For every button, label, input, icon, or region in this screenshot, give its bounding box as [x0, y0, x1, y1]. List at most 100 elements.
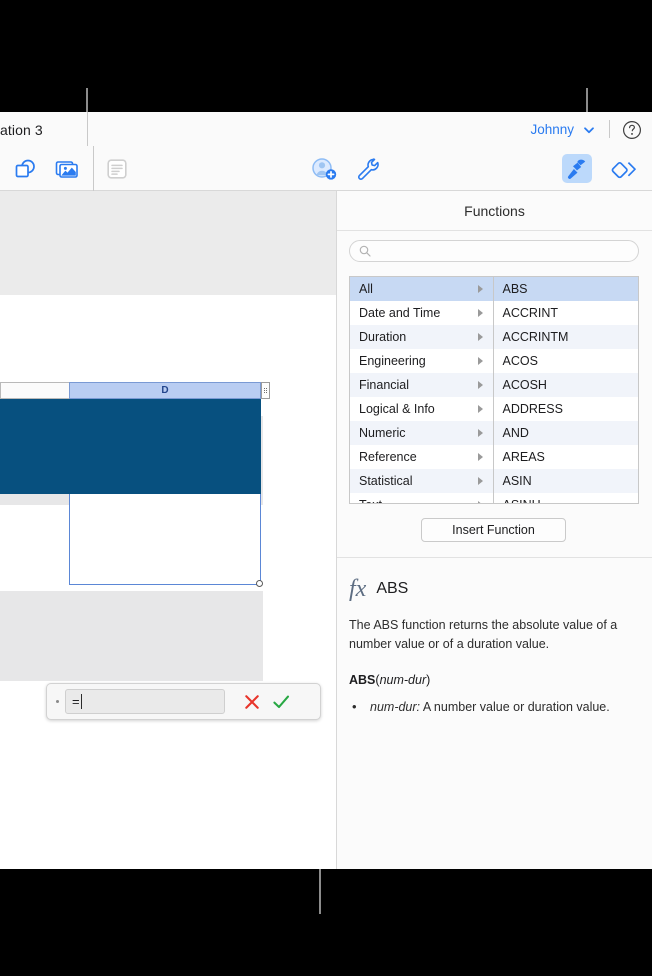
category-label: Date and Time: [359, 306, 441, 320]
argument-description: A number value or duration value.: [420, 699, 610, 714]
function-row[interactable]: ACCRINTM: [493, 325, 638, 349]
formula-status-dot: [56, 700, 59, 703]
search-icon: [359, 245, 371, 257]
category-label: Financial: [359, 378, 410, 392]
category-label: Duration: [359, 330, 407, 344]
accept-checkmark-icon[interactable]: [271, 692, 291, 712]
category-label: Statistical: [359, 474, 413, 488]
category-row[interactable]: Text: [350, 493, 493, 503]
function-browser[interactable]: All Date and Time Duration Engineering F…: [349, 276, 639, 504]
category-label: Reference: [359, 450, 417, 464]
signature-argument: num-dur: [379, 672, 427, 687]
category-row[interactable]: Logical & Info: [350, 397, 493, 421]
question-mark-circle-icon[interactable]: [622, 120, 642, 140]
description-paragraph: The ABS function returns the absolute va…: [349, 618, 618, 652]
function-label: ASINH: [503, 498, 541, 503]
insert-function-button[interactable]: Insert Function: [421, 518, 566, 542]
disclosure-arrow-icon: [477, 477, 483, 485]
fx-icon: fx: [349, 576, 367, 602]
argument-term: num-dur:: [370, 699, 421, 714]
formula-editor[interactable]: =: [46, 683, 321, 720]
selection-resize-handle[interactable]: [256, 580, 263, 587]
shape-icon[interactable]: [12, 156, 38, 182]
description-body: The ABS function returns the absolute va…: [349, 616, 635, 717]
function-row[interactable]: ACCRINT: [494, 301, 639, 325]
add-collaborator-icon[interactable]: [311, 156, 337, 182]
active-cell[interactable]: [69, 494, 261, 585]
function-signature: ABS(num-dur): [349, 673, 635, 687]
disclosure-arrow-icon: [477, 333, 483, 341]
function-label: ACCRINTM: [502, 330, 569, 344]
category-row[interactable]: Reference: [350, 445, 493, 469]
function-row[interactable]: ACOS: [494, 349, 639, 373]
screenshot-root: ation 3 Johnny D = Functions All Date an…: [0, 0, 652, 976]
category-label: Logical & Info: [359, 402, 435, 416]
disclosure-arrow-icon: [477, 405, 483, 413]
disclosure-arrow-icon: [477, 285, 483, 293]
panel-title: Functions: [337, 191, 652, 231]
function-label: ASIN: [502, 474, 532, 488]
description-separator: [337, 557, 652, 558]
category-row[interactable]: Statistical: [350, 469, 493, 493]
disclosure-arrow-icon: [477, 381, 483, 389]
function-row[interactable]: AREAS: [494, 445, 639, 469]
formula-input[interactable]: =: [65, 689, 225, 714]
function-row[interactable]: AND: [493, 421, 638, 445]
category-label: Text: [359, 498, 382, 503]
function-label: ADDRESS: [502, 402, 563, 416]
disclosure-arrow-icon: [477, 429, 483, 437]
function-list[interactable]: ABS ACCRINT ACCRINTM ACOS ACOSH ADDRESS …: [493, 277, 639, 503]
function-row[interactable]: ASINH: [494, 493, 639, 503]
category-label: Numeric: [359, 426, 406, 440]
document-canvas[interactable]: D =: [0, 191, 336, 869]
function-row[interactable]: ACOSH: [493, 373, 638, 397]
function-label: ACOSH: [502, 378, 547, 392]
column-header-d[interactable]: D: [69, 382, 261, 399]
canvas-band-bottom: [0, 591, 263, 681]
disclosure-arrow-icon: [477, 309, 483, 317]
function-label: ACCRINT: [502, 306, 559, 320]
category-list[interactable]: All Date and Time Duration Engineering F…: [350, 277, 494, 503]
function-row[interactable]: ABS: [493, 277, 638, 301]
category-row[interactable]: All: [350, 277, 493, 301]
document-title: ation 3: [0, 122, 43, 138]
animate-icon[interactable]: [611, 156, 637, 182]
column-header-row: D: [0, 382, 270, 399]
argument-item: num-dur: A number value or duration valu…: [349, 697, 635, 718]
format-icon[interactable]: [564, 156, 590, 182]
toolbar: [0, 146, 652, 191]
search-input[interactable]: [376, 244, 626, 258]
function-label: ABS: [502, 282, 528, 296]
title-bar: ation 3 Johnny: [0, 112, 652, 146]
function-label: AND: [502, 426, 529, 440]
cancel-x-icon[interactable]: [243, 693, 261, 711]
column-menu-handle-icon[interactable]: [261, 382, 270, 399]
account-name-label[interactable]: Johnny: [530, 122, 574, 137]
disclosure-arrow-icon: [477, 501, 483, 503]
app-window: ation 3 Johnny D = Functions All Date an…: [0, 112, 652, 869]
category-row[interactable]: Date and Time: [350, 301, 493, 325]
text-icon[interactable]: [104, 156, 130, 182]
table-corner-cell[interactable]: [0, 382, 69, 399]
argument-list: num-dur: A number value or duration valu…: [349, 697, 635, 718]
category-row[interactable]: Numeric: [350, 421, 493, 445]
category-label: All: [359, 282, 373, 296]
canvas-band-top: [0, 191, 336, 295]
search-box[interactable]: [349, 240, 639, 262]
category-row[interactable]: Financial: [350, 373, 493, 397]
formula-value: =: [72, 694, 80, 709]
chevron-down-icon[interactable]: [583, 124, 595, 136]
description-function-name: ABS: [376, 580, 409, 597]
function-row[interactable]: ADDRESS: [494, 397, 639, 421]
search-field-wrapper[interactable]: [349, 240, 639, 262]
description-header: fx ABS: [349, 577, 408, 601]
category-row[interactable]: Duration: [350, 325, 493, 349]
category-label: Engineering: [359, 354, 426, 368]
category-row[interactable]: Engineering: [350, 349, 493, 373]
media-icon[interactable]: [54, 156, 80, 182]
wrench-icon[interactable]: [355, 156, 381, 182]
function-label: AREAS: [502, 450, 545, 464]
functions-panel: Functions All Date and Time Duration Eng…: [336, 191, 652, 869]
toolbar-divider: [93, 146, 94, 191]
function-row[interactable]: ASIN: [493, 469, 638, 493]
